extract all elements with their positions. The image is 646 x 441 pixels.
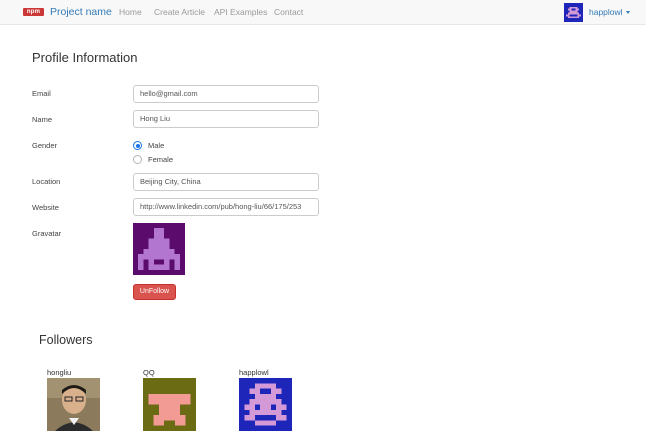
- name-field[interactable]: Hong Liu: [133, 110, 319, 128]
- location-label: Location: [32, 177, 61, 186]
- nav-link-home[interactable]: Home: [119, 7, 142, 17]
- follower-name-happlowl[interactable]: happlowl: [239, 368, 269, 377]
- gender-male-label[interactable]: Male: [148, 141, 164, 150]
- gender-label: Gender: [32, 141, 58, 150]
- npm-logo[interactable]: npm: [23, 8, 44, 16]
- name-label: Name: [32, 115, 53, 124]
- profile-title: Profile Information: [32, 50, 138, 65]
- nav-link-create-article[interactable]: Create Article: [154, 7, 205, 17]
- email-field[interactable]: hello@gmail.com: [133, 85, 319, 103]
- follower-avatar-happlowl[interactable]: [239, 378, 292, 431]
- website-label: Website: [32, 203, 59, 212]
- brand-link[interactable]: Project name: [50, 6, 112, 18]
- gravatar-image: [133, 223, 185, 275]
- user-menu[interactable]: happlowl: [589, 7, 630, 17]
- gravatar-label: Gravatar: [32, 229, 62, 238]
- follower-avatar-qq[interactable]: [143, 378, 196, 431]
- follower-avatar-hongliu[interactable]: [47, 378, 100, 431]
- user-menu-label: happlowl: [589, 7, 623, 17]
- npm-logo-text: npm: [26, 9, 41, 15]
- navbar: npm Project name Home Create Article API…: [0, 0, 646, 25]
- gender-male-radio[interactable]: [133, 141, 142, 150]
- unfollow-button[interactable]: UnFollow: [133, 284, 176, 300]
- nav-link-contact[interactable]: Contact: [274, 7, 303, 17]
- gender-female-label[interactable]: Female: [148, 155, 173, 164]
- nav-link-api-examples[interactable]: API Examples: [214, 7, 267, 17]
- location-field[interactable]: Beijing City, China: [133, 173, 319, 191]
- website-field[interactable]: http://www.linkedin.com/pub/hong-liu/66/…: [133, 198, 319, 216]
- follower-name-qq[interactable]: QQ: [143, 368, 155, 377]
- follower-name-hongliu[interactable]: hongliu: [47, 368, 71, 377]
- email-label: Email: [32, 89, 51, 98]
- caret-down-icon: [625, 11, 630, 15]
- gender-female-radio[interactable]: [133, 155, 142, 164]
- user-avatar-icon[interactable]: [564, 3, 583, 22]
- followers-title: Followers: [39, 333, 93, 347]
